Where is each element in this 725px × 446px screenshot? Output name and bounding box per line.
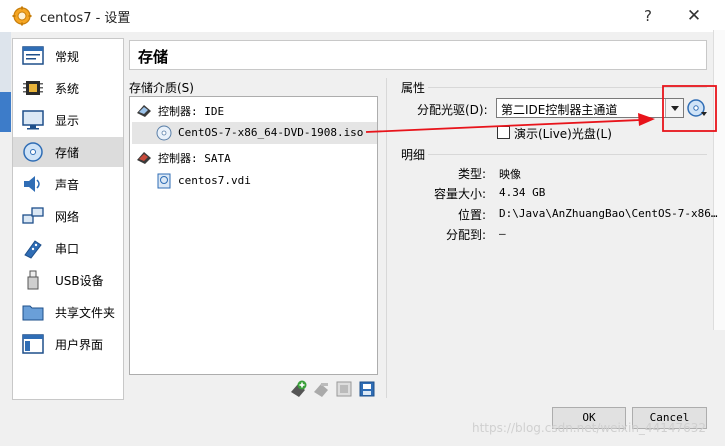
sidebar-item-label: 共享文件夹 bbox=[55, 306, 116, 320]
tree-item-ide-controller[interactable]: 控制器: IDE bbox=[132, 99, 377, 121]
sidebar-item-label: 显示 bbox=[55, 114, 80, 128]
tree-item-label: centos7.vdi bbox=[178, 174, 251, 187]
sata-controller-icon bbox=[137, 152, 151, 164]
add-controller-icon[interactable] bbox=[335, 380, 353, 398]
panel-divider bbox=[386, 78, 387, 398]
sidebar-item-network[interactable]: 网络 bbox=[13, 201, 123, 231]
details-separator bbox=[428, 154, 707, 155]
sidebar-item-label: 声音 bbox=[55, 178, 80, 192]
sidebar-item-display[interactable]: 显示 bbox=[13, 105, 123, 135]
sidebar-item-usb[interactable]: USB设备 bbox=[13, 265, 123, 295]
sidebar-item-audio[interactable]: 声音 bbox=[13, 169, 123, 199]
details-heading: 明细 bbox=[401, 148, 426, 162]
tree-item-iso[interactable]: CentOS-7-x86_64-DVD-1908.iso bbox=[132, 122, 377, 144]
sidebar-item-general[interactable]: 常规 bbox=[13, 41, 123, 71]
tree-item-vdi[interactable]: centos7.vdi bbox=[132, 170, 377, 192]
background-window-highlight bbox=[0, 92, 11, 132]
watermark: https://blog.csdn.net/weixin_44147632 bbox=[472, 421, 707, 435]
optical-disc-icon bbox=[156, 125, 172, 141]
live-cd-label: 演示(Live)光盘(L) bbox=[514, 127, 612, 141]
virtualbox-gear-icon bbox=[12, 6, 32, 26]
network-icon bbox=[22, 207, 44, 224]
speaker-icon bbox=[24, 176, 40, 192]
sidebar-item-label: 串口 bbox=[55, 242, 80, 256]
sidebar-item-system[interactable]: 系统 bbox=[13, 73, 123, 103]
detail-location-value: D:\Java\AnZhuangBao\CentOS-7-x86… bbox=[499, 207, 718, 220]
usb-icon bbox=[27, 270, 39, 290]
tree-item-label: CentOS-7-x86_64-DVD-1908.iso bbox=[178, 126, 364, 139]
help-button[interactable]: ? bbox=[626, 2, 670, 30]
sidebar-item-shared-folders[interactable]: 共享文件夹 bbox=[13, 297, 123, 327]
shared-folder-icon bbox=[22, 305, 44, 321]
sidebar-item-label: 常规 bbox=[55, 50, 80, 64]
page-title: 存储 bbox=[138, 48, 169, 66]
live-cd-checkbox[interactable] bbox=[497, 126, 510, 139]
sidebar-item-user-interface[interactable]: 用户界面 bbox=[13, 329, 123, 359]
tree-item-sata-controller[interactable]: 控制器: SATA bbox=[132, 146, 377, 168]
sidebar-item-label: 存储 bbox=[55, 146, 80, 160]
sidebar-item-serial-port[interactable]: 串口 bbox=[13, 233, 123, 263]
sidebar-item-label: USB设备 bbox=[55, 274, 104, 288]
remove-attachment-icon[interactable] bbox=[312, 380, 330, 398]
storage-media-label: 存储介质(S) bbox=[129, 81, 194, 95]
serial-port-icon bbox=[24, 240, 42, 259]
storage-disc-icon bbox=[23, 142, 43, 162]
attributes-separator bbox=[428, 87, 707, 88]
drive-label: 分配光驱(D): bbox=[417, 103, 488, 117]
choose-disk-icon[interactable] bbox=[687, 98, 707, 118]
sidebar-item-label: 用户界面 bbox=[55, 338, 104, 352]
detail-attached-value: — bbox=[499, 227, 506, 240]
remove-controller-icon[interactable] bbox=[358, 380, 376, 398]
page-header bbox=[129, 40, 707, 70]
tree-item-label: 控制器: SATA bbox=[158, 152, 231, 165]
sidebar-item-label: 网络 bbox=[55, 210, 80, 224]
detail-size-value: 4.34 GB bbox=[499, 186, 546, 199]
chevron-down-icon[interactable] bbox=[665, 99, 683, 117]
general-icon bbox=[22, 46, 44, 65]
window-title: centos7 - 设置 bbox=[40, 11, 131, 26]
ide-controller-icon bbox=[137, 105, 151, 117]
detail-type-value: 映像 bbox=[499, 168, 521, 181]
display-monitor-icon bbox=[22, 110, 44, 130]
detail-type-key: 类型: bbox=[457, 167, 486, 181]
close-button[interactable]: ✕ bbox=[672, 2, 716, 30]
hard-disk-icon bbox=[157, 173, 171, 189]
detail-location-key: 位置: bbox=[457, 208, 486, 222]
background-window-edge-right bbox=[713, 30, 725, 330]
drive-select-value: 第二IDE控制器主通道 bbox=[501, 103, 618, 117]
detail-size-key: 容量大小: bbox=[433, 187, 486, 201]
settings-category-list: 常规 系统 显示 存储 声音 网络 串口 USB设备 共享文件夹 用户界面 bbox=[12, 38, 124, 400]
attributes-heading: 属性 bbox=[401, 81, 426, 95]
system-chip-icon bbox=[23, 81, 43, 95]
tree-item-label: 控制器: IDE bbox=[158, 105, 225, 118]
detail-attached-key: 分配到: bbox=[445, 228, 486, 242]
add-attachment-icon[interactable] bbox=[289, 380, 307, 398]
sidebar-item-storage[interactable]: 存储 bbox=[13, 137, 123, 167]
user-interface-icon bbox=[22, 334, 44, 354]
drive-select[interactable]: 第二IDE控制器主通道 bbox=[496, 98, 684, 118]
sidebar-item-label: 系统 bbox=[55, 82, 80, 96]
storage-tree: 控制器: IDE CentOS-7-x86_64-DVD-1908.iso 控制… bbox=[129, 96, 378, 375]
